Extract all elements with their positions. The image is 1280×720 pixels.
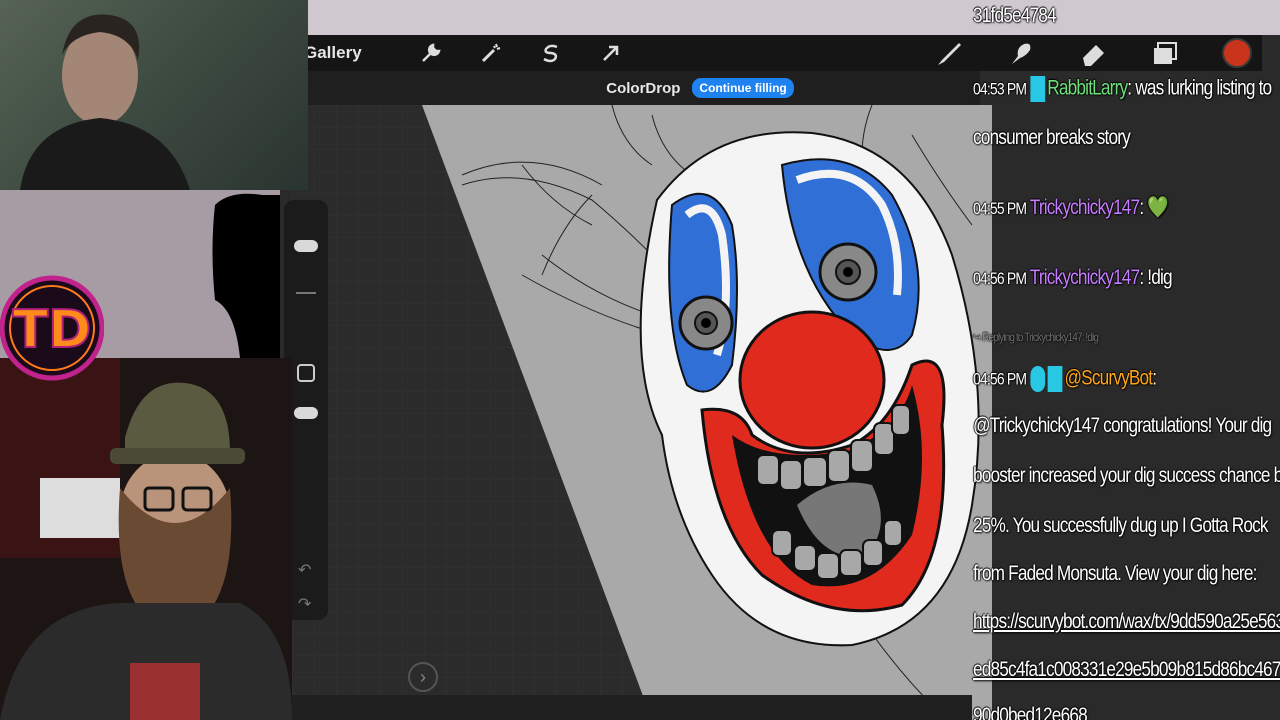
chat-username[interactable]: RabbitLarry [1047,77,1128,100]
chevron-right-icon[interactable]: › [408,662,438,692]
webcam-bottom [0,358,292,720]
logo-badge: TD [0,275,105,381]
chat-bot-line: booster increased your dig success chanc… [973,464,1280,487]
redo-icon[interactable]: ↷ [298,594,311,614]
drawing-canvas[interactable] [292,105,992,720]
chat-header-id: 31fd5e4784 [973,4,1057,27]
chat-time: 04:53 PM [973,79,1027,99]
chat-reply-context: ↪ Replying to Trickychicky147: !dig [973,330,1099,344]
chat-bot-link[interactable]: ed85c4fa1c008331e29e5b09b815d86bc467b6 [973,658,1280,682]
colordrop-label: ColorDrop [606,79,681,97]
selection-s-icon[interactable] [538,40,564,66]
webcam-top [0,0,308,190]
chat-message-1-cont: consumer breaks story [973,126,1131,149]
transform-arrow-icon[interactable] [598,40,624,66]
chat-bot-link[interactable]: 90d0bed12e668 [973,704,1088,720]
slider-divider [296,292,316,294]
undo-icon[interactable]: ↶ [298,560,311,580]
badge-icon [1030,76,1045,102]
person-top-figure [20,14,190,190]
chat-message-2: 04:55 PM Trickychicky147: 💚 [973,196,1169,220]
continue-filling-button[interactable]: Continue filling [692,78,794,98]
wrench-icon[interactable] [418,40,444,66]
svg-text:TD: TD [13,300,92,360]
brush-size-slider[interactable] [294,240,318,252]
bot-icon [1030,366,1045,392]
person-bottom-figure [0,358,292,720]
chat-sep: : [1152,366,1157,390]
chat-text: was lurking listing to [1131,76,1272,100]
chat-bot-line: from Faded Monsuta. View your dig here: [973,562,1257,585]
chat-time: 04:56 PM [973,369,1027,389]
chat-username[interactable]: Trickychicky147 [1030,266,1140,289]
clown-artwork [292,105,992,720]
td-creations-logo: TD [0,255,105,401]
brush-icon[interactable] [934,38,964,68]
chat-message-4: 04:56 PM @ScurvyBot: [973,366,1157,392]
chat-username[interactable]: Trickychicky147 [1030,196,1140,219]
chat-username[interactable]: @ScurvyBot [1065,367,1154,390]
magic-wand-icon[interactable] [478,40,504,66]
chat-bot-line: 25%. You successfully dug up I Gotta Roc… [973,514,1269,537]
chat-message-1: 04:53 PM RabbitLarry: was lurking listin… [973,76,1272,102]
chat-time: 04:55 PM [973,199,1027,218]
canvas-bottom-bar [292,695,972,720]
colordrop-bar: ColorDrop Continue filling [300,71,980,105]
chat-text: 💚 [1143,196,1168,219]
gallery-button[interactable]: Gallery [304,43,384,63]
chat-overlay: 31fd5e4784 04:53 PM RabbitLarry: was lur… [973,0,1280,720]
modify-button[interactable] [297,364,315,382]
chat-bot-line: @Trickychicky147 congratulations! Your d… [973,414,1272,437]
chat-text: !dig [1143,266,1172,289]
chat-message-3: 04:56 PM Trickychicky147: !dig [973,266,1173,290]
chat-time: 04:56 PM [973,269,1027,288]
badge-icon [1047,366,1063,392]
opacity-slider[interactable] [294,407,318,419]
chat-bot-link[interactable]: https://scurvybot.com/wax/tx/9dd590a25e5… [973,610,1280,634]
